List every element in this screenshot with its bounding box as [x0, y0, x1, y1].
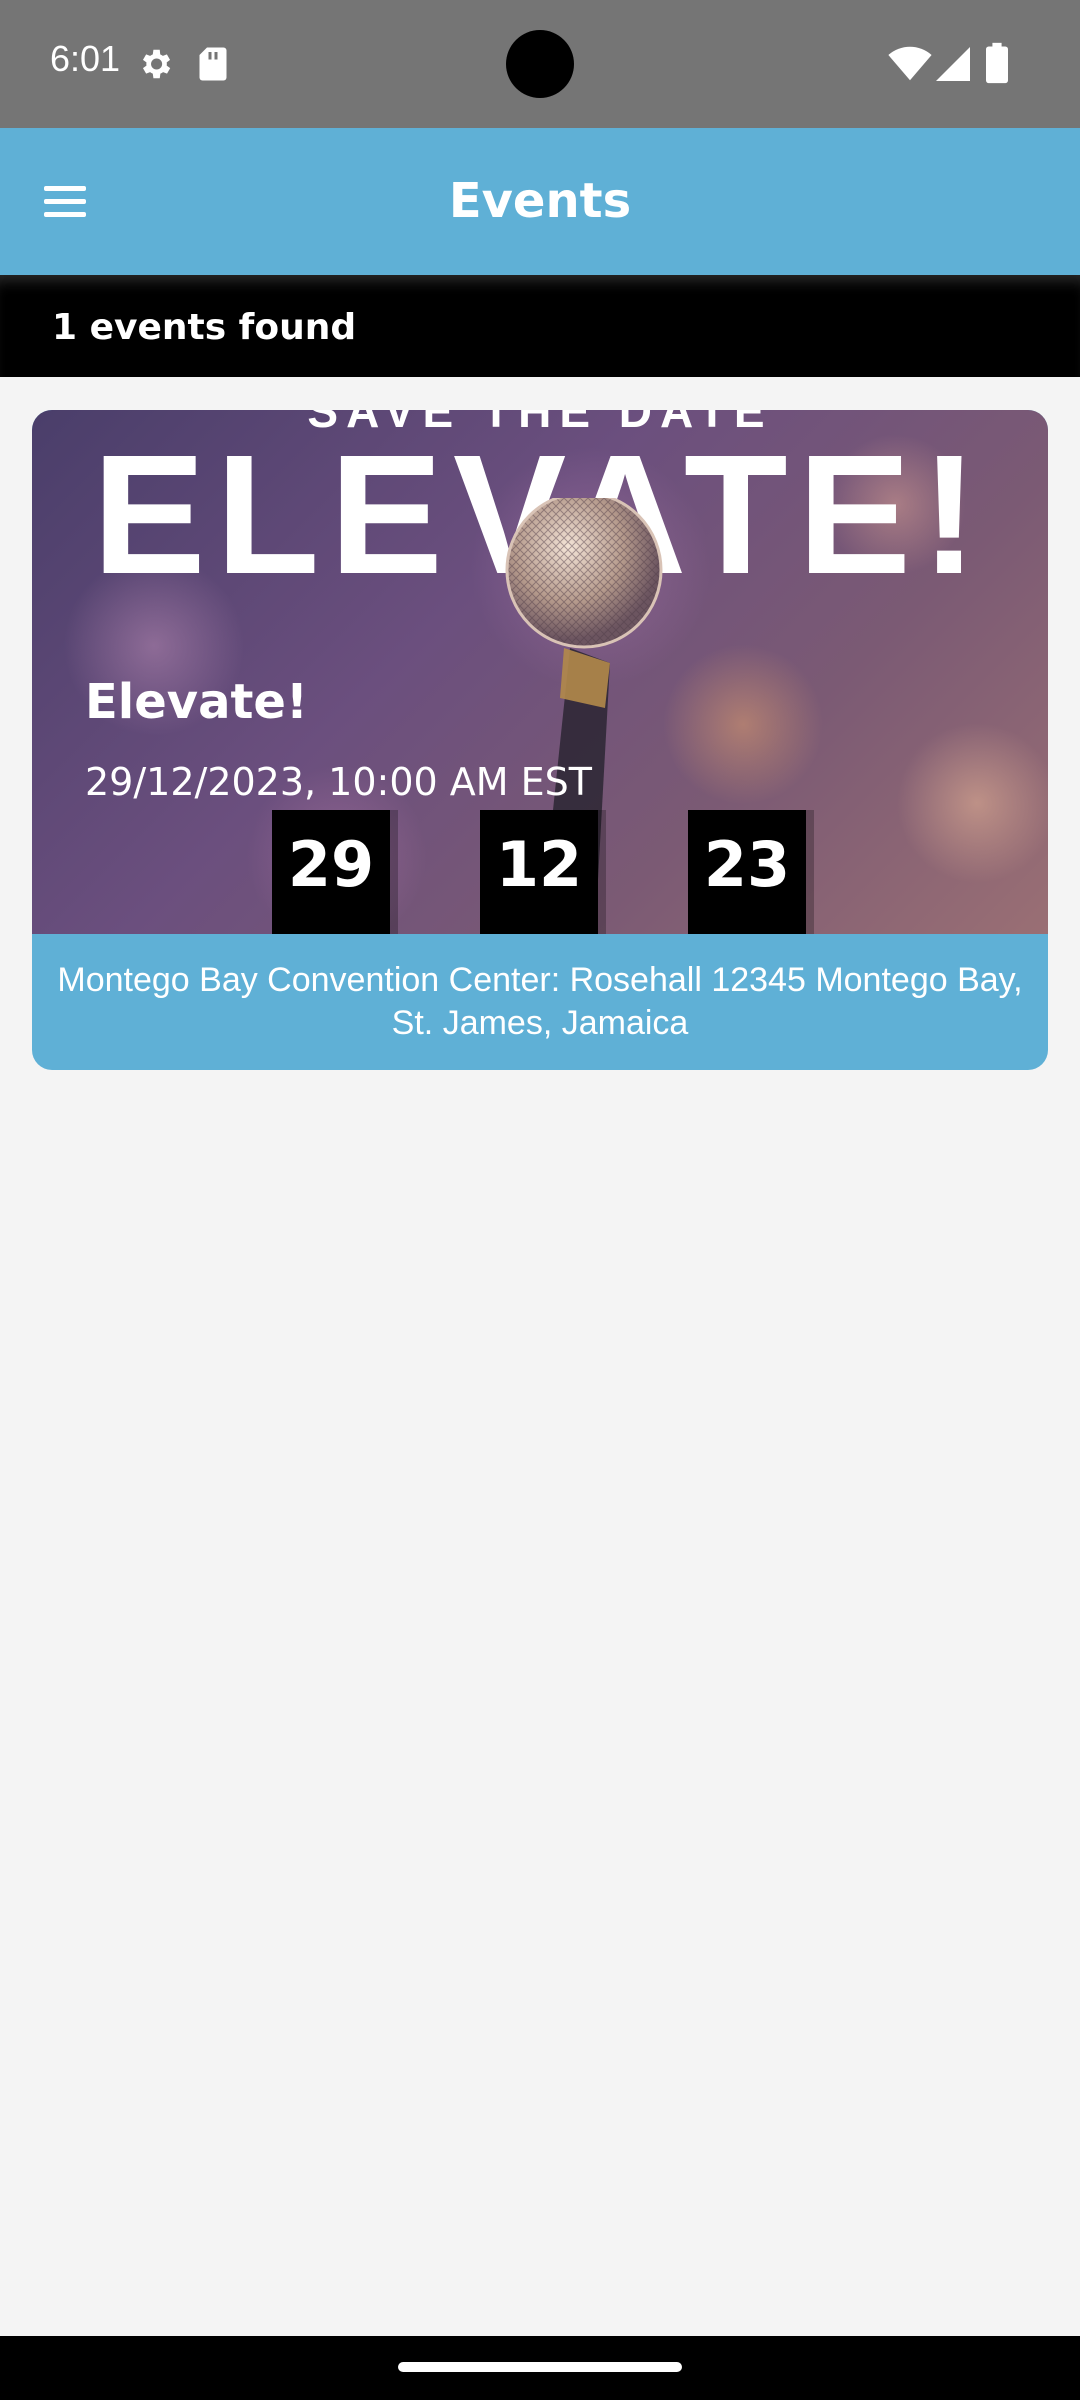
battery-icon	[986, 42, 1008, 84]
sd-card-icon	[199, 47, 227, 81]
cell-signal-icon	[936, 47, 970, 81]
wifi-icon	[888, 46, 932, 81]
event-card[interactable]: SAVE THE DATE ELEVATE! Elevate! 29/12/20…	[32, 410, 1048, 1070]
countdown-minutes: 23	[688, 810, 806, 934]
event-poster-image: SAVE THE DATE ELEVATE! Elevate! 29/12/20…	[32, 410, 1048, 934]
page-title: Events	[448, 173, 632, 229]
countdown-days: 29	[272, 810, 390, 934]
settings-gear-icon	[142, 49, 171, 79]
event-datetime: 29/12/2023, 10:00 AM EST	[85, 760, 592, 804]
status-bar: 6:01	[0, 0, 1080, 128]
hamburger-menu-icon[interactable]	[38, 176, 98, 228]
navigation-bar	[0, 2336, 1080, 2400]
camera-cutout	[506, 30, 574, 98]
event-name: Elevate!	[85, 674, 308, 730]
app-bar: Events	[0, 128, 1080, 275]
results-count: 1 events found	[52, 307, 357, 348]
event-location-bar: Montego Bay Convention Center: Rosehall …	[32, 934, 1048, 1070]
status-time: 6:01	[50, 38, 121, 79]
event-location: Montego Bay Convention Center: Rosehall …	[57, 961, 1023, 1042]
results-header: 1 events found	[0, 275, 1080, 377]
countdown-hours: 12	[480, 810, 598, 934]
home-gesture-handle[interactable]	[398, 2362, 682, 2372]
